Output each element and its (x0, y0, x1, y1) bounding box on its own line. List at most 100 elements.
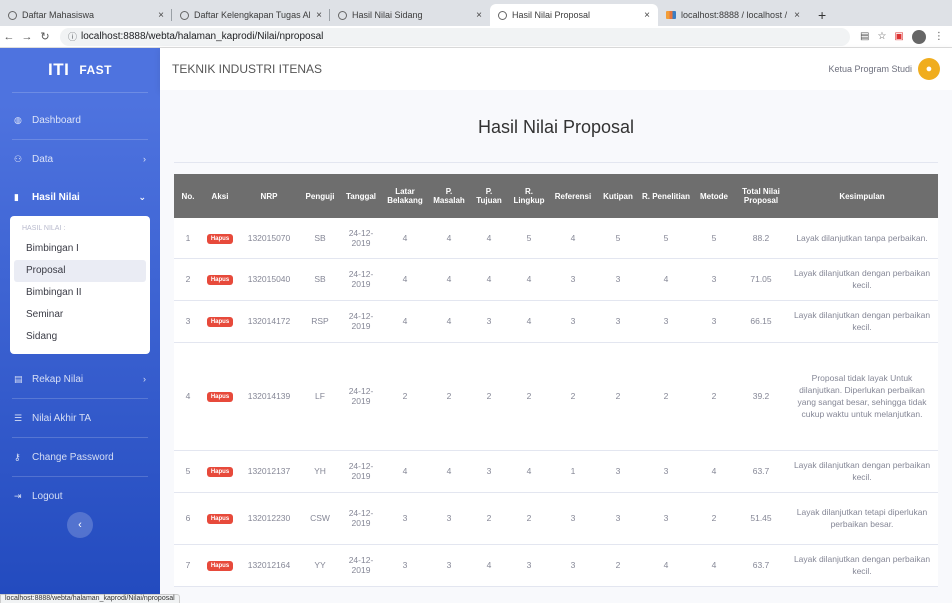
close-icon[interactable]: × (794, 10, 800, 21)
close-icon[interactable]: × (316, 10, 322, 21)
delete-button[interactable]: Hapus (206, 561, 234, 571)
browser-tab[interactable]: localhost:8888 / localhost / we × (658, 4, 808, 26)
browser-tab[interactable]: Hasil Nilai Sidang × (330, 4, 490, 26)
info-icon[interactable]: ⓘ (68, 30, 77, 43)
close-icon[interactable]: × (158, 10, 164, 21)
logout-icon: ⇥ (14, 490, 22, 501)
sidebar-item-dashboard[interactable]: ◍ Dashboard (0, 101, 160, 139)
table-row: 5 Hapus 132012137 YH 24-12-2019 4 4 3 4 1 3 3 4 63.7 L… (174, 450, 938, 493)
sidebar-item-data[interactable]: ⚇ Data › (0, 140, 160, 178)
table-row: 6 Hapus 132012230 CSW 24-12-2019 3 3 2 2 3 3 3 2 51.4… (174, 492, 938, 545)
cell-ref: 3 (550, 258, 596, 301)
column-header: Penguji (300, 174, 340, 218)
delete-button[interactable]: Hapus (206, 233, 234, 244)
close-icon[interactable]: × (644, 10, 650, 21)
cell-tanggal: 24-12-2019 (340, 492, 382, 545)
column-header: P. Masalah (428, 174, 470, 218)
browser-tab-active[interactable]: Hasil Nilai Proposal × (490, 4, 658, 26)
cell-kut: 2 (596, 544, 640, 587)
submenu-item-seminar[interactable]: Seminar (14, 304, 146, 326)
star-icon[interactable]: ☆ (877, 31, 886, 42)
translate-icon[interactable]: ▤ (860, 31, 869, 42)
cell-no: 7 (174, 544, 202, 587)
cell-pt: 3 (470, 450, 508, 493)
cell-pm: 3 (428, 544, 470, 587)
browser-tab[interactable]: Daftar Mahasiswa × (0, 4, 172, 26)
cell-pt: 4 (470, 544, 508, 587)
column-header: R. Lingkup (508, 174, 550, 218)
sidebar-item-rekap-nilai[interactable]: ▤ Rekap Nilai › (0, 360, 160, 398)
delete-button[interactable]: Hapus (206, 514, 234, 524)
cell-pm: 3 (428, 492, 470, 545)
cell-tanggal: 24-12-2019 (340, 544, 382, 587)
submenu-item-sidang[interactable]: Sidang (14, 326, 146, 348)
browser-tab[interactable]: Daftar Kelengkapan Tugas Akh × (172, 4, 330, 26)
cell-kut: 2 (596, 342, 640, 451)
user-dropdown[interactable]: Ketua Program Studi ● (828, 58, 940, 80)
cell-pm: 2 (428, 342, 470, 451)
column-header: R. Penelitian (640, 174, 692, 218)
chevron-right-icon: › (143, 374, 146, 384)
table-row: 7 Hapus 132012164 YY 24-12-2019 3 3 4 3 3 2 4 4 63.7 L… (174, 544, 938, 587)
cell-pt: 2 (470, 342, 508, 451)
delete-button[interactable]: Hapus (206, 317, 234, 327)
cell-lb: 3 (382, 544, 428, 587)
new-tab-button[interactable]: + (808, 4, 836, 26)
cell-ref: 3 (550, 300, 596, 343)
globe-icon (180, 10, 189, 20)
delete-button[interactable]: Hapus (206, 275, 234, 285)
cell-nrp: 132015040 (238, 258, 300, 301)
submenu-item-proposal[interactable]: Proposal (14, 260, 146, 282)
cell-rp: 3 (640, 300, 692, 343)
sidebar-item-change-password[interactable]: ⚷ Change Password (0, 438, 160, 476)
submenu-item-bimbingan-2[interactable]: Bimbingan II (14, 282, 146, 304)
profile-avatar[interactable] (911, 29, 926, 44)
delete-button[interactable]: Hapus (206, 467, 234, 477)
cell-kes: Layak dilanjutkan dengan perbaikan kecil… (786, 300, 938, 343)
table-row: 2 Hapus 132015040 SB 24-12-2019 4 4 4 4 3 3 4 3 71.05… (174, 258, 938, 301)
column-header: P. Tujuan (470, 174, 508, 218)
institution-logo-icon: ITI (47, 60, 70, 79)
cell-pt: 3 (470, 300, 508, 343)
cell-total: 63.7 (736, 450, 786, 493)
cell-rp: 4 (640, 544, 692, 587)
back-arrow-icon[interactable]: ← (0, 31, 18, 43)
cell-total: 71.05 (736, 258, 786, 301)
cell-lb: 3 (382, 492, 428, 545)
forward-arrow-icon[interactable]: → (18, 31, 36, 43)
tab-label: Daftar Mahasiswa (22, 10, 95, 20)
user-avatar-icon[interactable]: ● (918, 58, 940, 80)
submenu-header: HASIL NILAI : (22, 225, 66, 232)
reload-icon[interactable]: ↻ (36, 30, 54, 43)
submenu-item-bimbingan-1[interactable]: Bimbingan I (14, 238, 146, 260)
cell-penguji: SB (300, 258, 340, 301)
action-cell: Hapus (202, 218, 238, 259)
action-cell: Hapus (202, 342, 238, 451)
sidebar-toggle-button[interactable]: ‹ (67, 512, 93, 538)
sidebar-item-logout[interactable]: ⇥ Logout (0, 477, 160, 515)
cell-lb: 2 (382, 342, 428, 451)
cell-penguji: YH (300, 450, 340, 493)
extension-icon[interactable]: ▣ (894, 31, 903, 42)
cell-kut: 3 (596, 300, 640, 343)
cell-met: 2 (692, 492, 736, 545)
cell-rp: 4 (640, 258, 692, 301)
table-row: 1 Hapus 132015070 SB 24-12-2019 4 4 4 5 4 5 5 5 88.2 L… (174, 218, 938, 259)
sidebar-brand[interactable]: ITI FAST (0, 48, 160, 92)
sidebar-item-hasil-nilai[interactable]: ▮ Hasil Nilai ⌄ (0, 178, 160, 216)
cell-kes: Proposal tidak layak Untuk dilanjutkan. … (786, 342, 938, 451)
sidebar-item-nilai-akhir[interactable]: ☰ Nilai Akhir TA (0, 399, 160, 437)
column-header: Tanggal (340, 174, 382, 218)
cell-kes: Layak dilanjutkan dengan perbaikan kecil… (786, 258, 938, 301)
delete-button[interactable]: Hapus (206, 392, 234, 402)
table-row: 4 Hapus 132014139 LF 24-12-2019 2 2 2 2 2 2 2 2 39.2 P… (174, 342, 938, 451)
dashboard-icon: ◍ (14, 114, 22, 125)
brand-text: FAST (79, 63, 112, 77)
cell-pt: 4 (470, 258, 508, 301)
menu-dots-icon[interactable]: ⋮ (934, 31, 944, 42)
action-cell: Hapus (202, 450, 238, 493)
user-role: Ketua Program Studi (828, 64, 912, 74)
cell-ref: 3 (550, 492, 596, 545)
close-icon[interactable]: × (476, 10, 482, 21)
url-input[interactable]: ⓘ localhost:8888/webta/halaman_kaprodi/N… (60, 27, 850, 46)
